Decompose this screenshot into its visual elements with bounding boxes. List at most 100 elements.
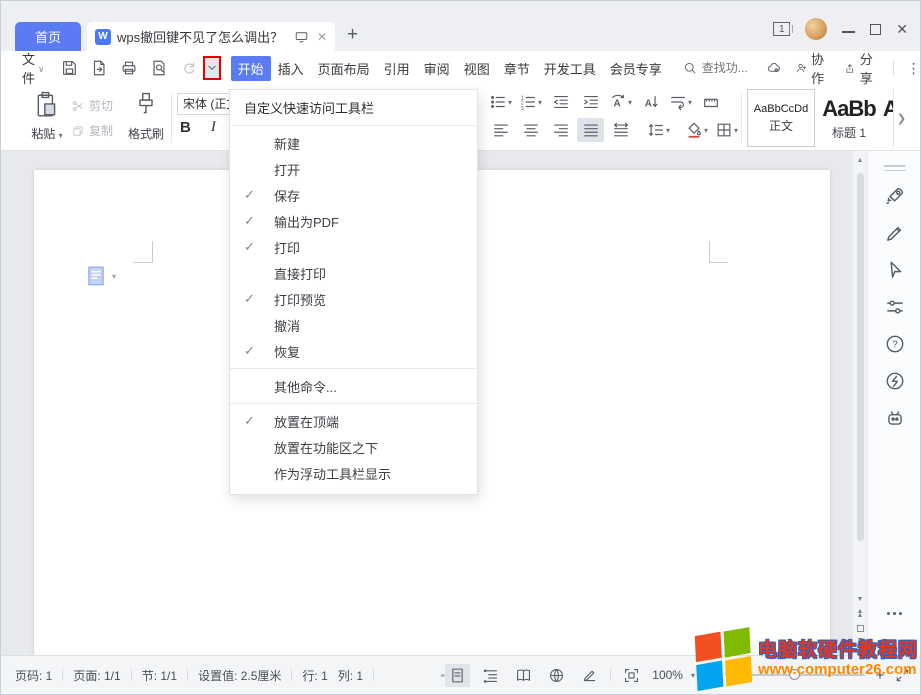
sliders-icon[interactable] (884, 296, 906, 318)
file-chevron-icon[interactable]: ∨ (38, 64, 45, 75)
status-field[interactable]: 页面: 1/1 (73, 667, 120, 684)
next-page-icon[interactable]: ▼▼ (857, 639, 864, 647)
ribbon-tab-1[interactable]: 插入 (271, 56, 311, 81)
style-gallery-next-icon[interactable]: ❯ (893, 89, 909, 147)
export-pdf-button[interactable] (87, 56, 111, 80)
increase-indent-button[interactable] (577, 90, 604, 114)
align-right-button[interactable] (547, 118, 574, 142)
qat-menu-item[interactable]: ✓放置在顶端 (230, 408, 477, 434)
select-browse-object-icon[interactable] (857, 625, 864, 632)
file-menu[interactable]: 文件 (22, 49, 35, 87)
pen-icon[interactable] (884, 222, 906, 244)
ink-button[interactable] (577, 664, 602, 687)
ribbon-tab-2[interactable]: 页面布局 (311, 56, 377, 81)
status-field[interactable]: 列: 1 (338, 667, 363, 684)
vertical-scrollbar[interactable]: ▲ ▼ ▲▲ ▼▼ (852, 151, 867, 657)
qat-menu-item[interactable]: 作为浮动工具栏显示 (230, 460, 477, 486)
style-item-1[interactable]: AaBb标题 1 (815, 89, 883, 147)
new-tab-button[interactable]: + (347, 25, 358, 45)
fit-page-button[interactable] (619, 664, 644, 687)
align-left-button[interactable] (487, 118, 514, 142)
numbered-list-button[interactable]: 123▾ (517, 90, 544, 114)
search-input[interactable] (702, 61, 766, 75)
qat-menu-item[interactable]: ✓保存 (230, 182, 477, 208)
bold-button[interactable]: B (180, 119, 191, 136)
previous-page-icon[interactable]: ▲▲ (857, 610, 864, 618)
paste-options-floater[interactable]: ▾ (86, 265, 116, 287)
tab-count-badge[interactable]: 1 (773, 22, 790, 36)
paste-button[interactable]: 粘贴 ▾ (25, 90, 69, 142)
ribbon-tab-0[interactable]: 开始 (231, 56, 271, 81)
search-box[interactable] (683, 61, 766, 75)
distribute-button[interactable] (607, 118, 634, 142)
fullscreen-icon[interactable] (895, 668, 910, 683)
paste-options-dropdown-icon[interactable]: ▾ (112, 272, 116, 281)
tab-settings-button[interactable] (697, 90, 724, 114)
zoom-slider[interactable] (725, 674, 865, 676)
qat-menu-item[interactable]: 打开 (230, 156, 477, 182)
share-button[interactable]: 分享 (844, 49, 880, 87)
cut-button[interactable]: 剪切 (71, 97, 113, 114)
qat-menu-item[interactable]: 新建 (230, 130, 477, 156)
line-spacing-button[interactable]: ▾ (645, 118, 672, 142)
zoom-out-button[interactable]: − (703, 667, 717, 684)
status-field[interactable]: 页码: 1 (15, 667, 52, 684)
style-item-0[interactable]: AaBbCcDd正文 (747, 89, 815, 147)
text-tools-button[interactable]: A▾ (607, 90, 634, 114)
text-wrap-button[interactable]: ▾ (667, 90, 694, 114)
tab-home[interactable]: 首页 (15, 22, 81, 51)
ribbon-tab-7[interactable]: 开发工具 (537, 56, 603, 81)
rocket-icon[interactable] (884, 185, 906, 207)
zoom-in-button[interactable]: + (873, 667, 887, 684)
ribbon-tab-8[interactable]: 会员专享 (603, 56, 669, 81)
print-button[interactable] (117, 56, 141, 80)
assistant-robot-icon[interactable] (884, 407, 906, 429)
cursor-icon[interactable] (884, 259, 906, 281)
sort-button[interactable]: A (637, 90, 664, 114)
minimize-button[interactable] (842, 31, 855, 33)
inspiration-icon[interactable] (884, 370, 906, 392)
scrollbar-thumb[interactable] (857, 173, 864, 541)
read-view-button[interactable] (511, 664, 536, 687)
qat-menu-item[interactable]: 直接打印 (230, 260, 477, 286)
scroll-down-icon[interactable]: ▼ (857, 596, 864, 603)
ribbon-tab-5[interactable]: 视图 (457, 56, 497, 81)
style-item-2[interactable]: AaBbC标 (883, 89, 893, 147)
page-view-button[interactable] (445, 664, 470, 687)
bullet-list-button[interactable]: ▾ (487, 90, 514, 114)
decrease-indent-button[interactable] (547, 90, 574, 114)
qat-menu-item[interactable]: ✓输出为PDF (230, 208, 477, 234)
save-button[interactable] (57, 56, 81, 80)
status-field[interactable]: 设置值: 2.5厘米 (198, 667, 281, 684)
format-painter-button[interactable]: 格式刷 (123, 90, 169, 142)
more-menu-icon[interactable]: ⋮ (907, 60, 921, 77)
qat-menu-item[interactable]: 放置在功能区之下 (230, 434, 477, 460)
qat-menu-item[interactable]: ✓打印预览 (230, 286, 477, 312)
ribbon-tab-3[interactable]: 引用 (377, 56, 417, 81)
zoom-dropdown-icon[interactable]: ▾ (691, 671, 695, 680)
qat-menu-item[interactable]: 其他命令... (230, 373, 477, 399)
scroll-up-icon[interactable]: ▲ (853, 157, 867, 164)
qat-menu-item[interactable]: ✓恢复 (230, 338, 477, 364)
tab-document[interactable]: W wps撤回键不见了怎么调出？ ✕ (87, 22, 335, 51)
align-center-button[interactable] (517, 118, 544, 142)
shading-button[interactable]: ▾ (683, 118, 710, 142)
panel-more-icon[interactable] (868, 612, 921, 615)
monitor-icon[interactable] (294, 29, 309, 44)
ribbon-tab-4[interactable]: 审阅 (417, 56, 457, 81)
zoom-slider-handle[interactable] (789, 669, 800, 680)
justify-button[interactable] (577, 118, 604, 142)
tab-close-icon[interactable]: ✕ (317, 30, 327, 44)
close-button[interactable]: ✕ (896, 22, 908, 36)
paste-dropdown-icon[interactable]: ▾ (59, 131, 63, 140)
zoom-level[interactable]: 100% (652, 668, 683, 682)
qat-menu-item[interactable]: ✓打印 (230, 234, 477, 260)
qat-menu-item[interactable]: 撤消 (230, 312, 477, 338)
maximize-button[interactable] (870, 24, 881, 35)
ribbon-tab-6[interactable]: 章节 (497, 56, 537, 81)
italic-button[interactable]: I (211, 119, 216, 136)
user-avatar[interactable] (805, 18, 827, 40)
outline-view-button[interactable] (478, 664, 503, 687)
status-field[interactable]: 行: 1 (302, 667, 327, 684)
web-view-button[interactable] (544, 664, 569, 687)
